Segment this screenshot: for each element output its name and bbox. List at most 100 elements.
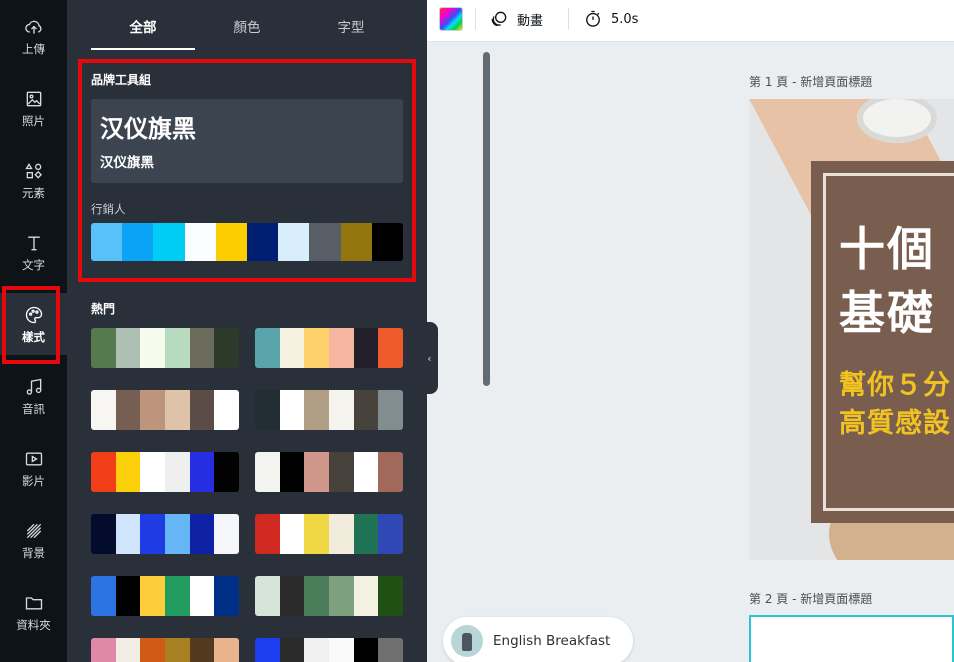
color-swatch[interactable] [214, 638, 239, 662]
color-swatch[interactable] [340, 223, 372, 261]
color-swatch[interactable] [91, 390, 116, 430]
subheading-line-1[interactable]: 幫你５分 [839, 363, 951, 402]
color-swatch[interactable] [329, 514, 354, 554]
color-swatch[interactable] [309, 223, 341, 261]
color-swatch[interactable] [304, 328, 330, 368]
color-swatch[interactable] [304, 452, 330, 492]
color-swatch[interactable] [378, 638, 403, 662]
color-swatch[interactable] [115, 328, 141, 368]
color-swatch[interactable] [189, 638, 215, 662]
color-swatch[interactable] [115, 390, 141, 430]
color-swatch[interactable] [279, 638, 305, 662]
color-swatch[interactable] [91, 638, 116, 662]
music-track-chip[interactable]: English Breakfast [443, 617, 633, 662]
color-swatch[interactable] [378, 452, 403, 492]
color-swatch[interactable] [304, 638, 330, 662]
color-swatch[interactable] [255, 514, 280, 554]
tab-fonts[interactable]: 字型 [299, 0, 403, 52]
rail-item-folders[interactable]: 資料夾 [0, 581, 67, 643]
color-swatch[interactable] [304, 514, 330, 554]
color-swatch[interactable] [371, 223, 403, 261]
color-swatch[interactable] [329, 390, 354, 430]
color-swatch[interactable] [214, 328, 239, 368]
color-swatch[interactable] [91, 514, 116, 554]
color-swatch[interactable] [353, 638, 379, 662]
color-swatch[interactable] [91, 576, 116, 616]
color-swatch[interactable] [378, 576, 403, 616]
tab-all[interactable]: 全部 [91, 0, 195, 52]
color-swatch[interactable] [329, 638, 354, 662]
heading-line-1[interactable]: 十個 [839, 213, 935, 279]
page-1-canvas[interactable]: 十個 基礎 幫你５分 高質感設 [749, 99, 954, 560]
color-swatch[interactable] [140, 514, 166, 554]
color-swatch[interactable] [165, 638, 190, 662]
brand-color-palette[interactable] [91, 223, 403, 261]
color-swatch[interactable] [215, 223, 248, 261]
subheading-line-2[interactable]: 高質感設 [839, 401, 951, 440]
popular-palette[interactable] [91, 452, 239, 492]
color-swatch[interactable] [214, 514, 239, 554]
color-swatch[interactable] [165, 452, 190, 492]
color-swatch[interactable] [353, 576, 379, 616]
color-swatch[interactable] [153, 223, 185, 261]
color-swatch[interactable] [247, 223, 279, 261]
color-swatch[interactable] [255, 638, 280, 662]
popular-palette[interactable] [255, 328, 403, 368]
popular-palette[interactable] [91, 328, 239, 368]
heading-line-2[interactable]: 基礎 [839, 277, 935, 343]
color-swatch[interactable] [165, 576, 190, 616]
page-2-canvas[interactable] [749, 615, 954, 662]
color-swatch[interactable] [255, 390, 280, 430]
color-swatch[interactable] [279, 576, 305, 616]
brand-font-combo-card[interactable]: 汉仪旗黑 汉仪旗黑 [91, 99, 403, 183]
rail-item-styles[interactable]: 樣式 [0, 293, 67, 355]
color-swatch[interactable] [91, 328, 116, 368]
color-swatch[interactable] [278, 223, 310, 261]
color-swatch[interactable] [378, 390, 403, 430]
color-swatch[interactable] [304, 390, 330, 430]
color-swatch[interactable] [91, 223, 123, 261]
popular-palette[interactable] [255, 576, 403, 616]
rail-item-background[interactable]: 背景 [0, 509, 67, 571]
color-swatch[interactable] [184, 223, 216, 261]
panel-scrollbar[interactable] [483, 52, 490, 386]
rail-item-photos[interactable]: 照片 [0, 77, 67, 139]
color-swatch[interactable] [279, 390, 305, 430]
color-swatch[interactable] [140, 328, 166, 368]
color-swatch[interactable] [329, 576, 354, 616]
color-swatch[interactable] [140, 638, 166, 662]
color-swatch[interactable] [189, 452, 215, 492]
color-swatch[interactable] [115, 514, 141, 554]
popular-palette[interactable] [255, 638, 403, 662]
color-swatch[interactable] [122, 223, 154, 261]
color-swatch[interactable] [115, 638, 141, 662]
color-swatch[interactable] [214, 452, 239, 492]
color-swatch[interactable] [378, 328, 403, 368]
animate-button[interactable]: 動畫 [489, 0, 543, 38]
color-swatch[interactable] [140, 576, 166, 616]
rail-item-audio[interactable]: 音訊 [0, 365, 67, 427]
tab-colors[interactable]: 顏色 [195, 0, 299, 52]
popular-palette[interactable] [91, 576, 239, 616]
color-swatch[interactable] [115, 452, 141, 492]
color-swatch[interactable] [353, 514, 379, 554]
color-swatch[interactable] [189, 576, 215, 616]
color-swatch[interactable] [304, 576, 330, 616]
color-swatch[interactable] [91, 452, 116, 492]
rail-item-upload[interactable]: 上傳 [0, 5, 67, 67]
popular-palette[interactable] [91, 638, 239, 662]
duration-button[interactable]: 5.0s [583, 0, 638, 38]
color-swatch[interactable] [255, 576, 280, 616]
color-swatch[interactable] [353, 328, 379, 368]
color-picker-button[interactable] [439, 7, 463, 31]
color-swatch[interactable] [165, 514, 190, 554]
title-card[interactable]: 十個 基礎 幫你５分 高質感設 [811, 161, 954, 523]
color-swatch[interactable] [353, 390, 379, 430]
popular-palette[interactable] [255, 390, 403, 430]
color-swatch[interactable] [214, 390, 239, 430]
page-2-label[interactable]: 第 2 頁 - 新增頁面標題 [749, 590, 872, 607]
page-1-label[interactable]: 第 1 頁 - 新增頁面標題 [749, 73, 872, 90]
collapse-panel-button[interactable]: ‹ [421, 322, 438, 394]
rail-item-elements[interactable]: 元素 [0, 149, 67, 211]
color-swatch[interactable] [279, 452, 305, 492]
